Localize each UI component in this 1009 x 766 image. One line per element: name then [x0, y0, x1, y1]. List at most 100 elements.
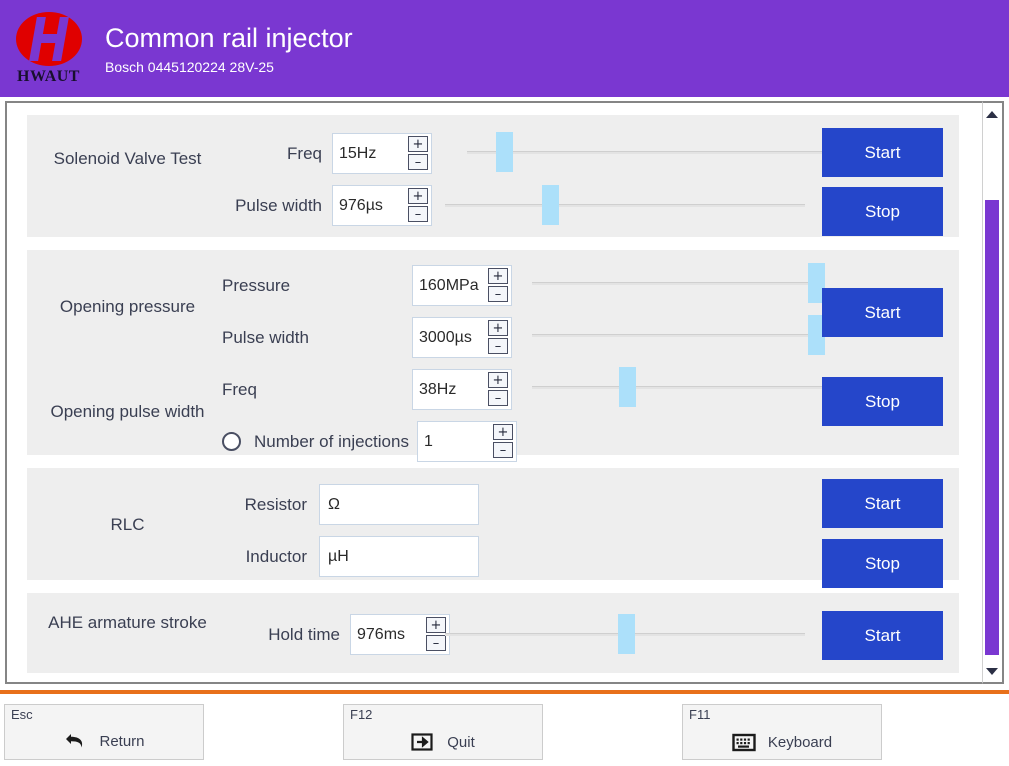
- pressure-value: 160MPa: [419, 276, 479, 294]
- number-of-injections-stepper[interactable]: 1 + –: [416, 421, 517, 462]
- section-opening-pressure: Opening pressure Opening pulse width Pre…: [27, 250, 959, 462]
- footer-key-quit[interactable]: F12 Quit: [343, 704, 543, 760]
- row-label: Number of injections: [254, 431, 409, 451]
- solenoid-stop-button[interactable]: Stop: [822, 187, 943, 236]
- slider-track: [532, 334, 822, 337]
- footer-key-label: Quit: [447, 733, 475, 751]
- row-pulse-width: Pulse width 976µs + –: [222, 185, 432, 226]
- shortcut-tag: F11: [689, 707, 711, 722]
- pulse-width-slider[interactable]: [445, 185, 805, 225]
- footer-key-return[interactable]: Esc Return: [4, 704, 204, 760]
- row-label: Pressure: [222, 275, 291, 295]
- hold-time-minus-button[interactable]: –: [426, 635, 446, 651]
- scroll-content: Solenoid Valve Test Freq 15Hz + – Start: [7, 103, 969, 682]
- freq-stepper[interactable]: 15Hz + –: [332, 133, 432, 174]
- pressure-plus-button[interactable]: +: [488, 268, 508, 284]
- pulse-width-minus-button[interactable]: –: [488, 338, 508, 354]
- opening-start-button[interactable]: Start: [822, 288, 943, 337]
- slider-track: [467, 151, 827, 154]
- footer-toolbar: Esc Return F12 Quit F11 Keyboard: [0, 690, 1009, 766]
- inductor-input[interactable]: µH: [319, 536, 479, 577]
- section-label: AHE armature stroke: [48, 613, 207, 632]
- scroll-up-button[interactable]: [983, 105, 1001, 123]
- opening-freq-slider[interactable]: [532, 367, 822, 407]
- freq-value: 15Hz: [339, 144, 377, 162]
- solenoid-start-button[interactable]: Start: [822, 128, 943, 177]
- footer-key-label: Return: [99, 732, 145, 750]
- slider-track: [532, 282, 822, 285]
- pulse-width-value: 3000µs: [419, 328, 472, 346]
- inductor-value: µH: [328, 547, 349, 565]
- row-label: Freq: [222, 379, 257, 399]
- hold-time-plus-button[interactable]: +: [426, 617, 446, 633]
- pressure-stepper[interactable]: 160MPa + –: [412, 265, 512, 306]
- main-panel: Solenoid Valve Test Freq 15Hz + – Start: [5, 101, 1004, 684]
- freq-minus-button[interactable]: –: [488, 390, 508, 406]
- footer-key-label: Keyboard: [767, 734, 833, 751]
- slider-thumb[interactable]: [617, 614, 635, 654]
- freq-plus-button[interactable]: +: [408, 136, 428, 152]
- hold-time-slider[interactable]: [445, 614, 805, 654]
- pulse-width-plus-button[interactable]: +: [408, 188, 428, 204]
- pressure-slider[interactable]: [532, 263, 825, 303]
- return-arrow-icon: [63, 730, 87, 752]
- resistor-input[interactable]: Ω: [319, 484, 479, 525]
- triangle-up-icon: [986, 110, 998, 118]
- page-title: Common rail injector: [105, 22, 353, 53]
- section-label-secondary: Opening pulse width: [50, 402, 205, 421]
- freq-slider[interactable]: [467, 132, 827, 172]
- rlc-stop-button[interactable]: Stop: [822, 539, 943, 588]
- hold-time-value: 976ms: [357, 625, 406, 643]
- vertical-scrollbar[interactable]: [982, 101, 1004, 684]
- freq-plus-button[interactable]: +: [488, 372, 508, 388]
- footer-key-keyboard[interactable]: F11 Keyboard: [682, 704, 882, 760]
- section-label: Opening pressure: [59, 297, 196, 316]
- shortcut-tag: Esc: [11, 707, 33, 722]
- section-ahe-armature-stroke: AHE armature stroke Hold time 976ms + – …: [27, 593, 959, 673]
- ahe-start-button[interactable]: Start: [822, 611, 943, 660]
- slider-thumb[interactable]: [619, 367, 636, 407]
- page-subtitle: Bosch 0445120224 28V-25: [105, 58, 274, 75]
- injections-minus-button[interactable]: –: [492, 442, 513, 458]
- app-header: HWAUT Common rail injector Bosch 0445120…: [0, 0, 1009, 97]
- row-pulse-width: Pulse width 3000µs + –: [222, 317, 512, 358]
- pressure-minus-button[interactable]: –: [488, 286, 508, 302]
- slider-thumb[interactable]: [495, 132, 513, 172]
- logo: HWAUT: [0, 0, 97, 97]
- freq-value: 38Hz: [419, 380, 457, 398]
- freq-stepper[interactable]: 38Hz + –: [412, 369, 512, 410]
- pulse-width-minus-button[interactable]: –: [408, 206, 428, 222]
- section-label: Solenoid Valve Test: [53, 149, 202, 168]
- keyboard-icon: [732, 733, 756, 752]
- row-inductor: Inductor µH: [222, 536, 479, 577]
- hold-time-stepper[interactable]: 976ms + –: [350, 614, 450, 655]
- injections-plus-button[interactable]: +: [492, 424, 513, 440]
- slider-track: [445, 204, 805, 207]
- row-label: Pulse width: [235, 195, 322, 215]
- pulse-width-value: 976µs: [339, 196, 383, 214]
- pulse-width-stepper[interactable]: 976µs + –: [332, 185, 432, 226]
- logo-text: HWAUT: [17, 67, 80, 85]
- number-of-injections-radio[interactable]: [222, 432, 241, 451]
- row-freq: Freq 38Hz + –: [222, 369, 512, 410]
- row-label: Pulse width: [222, 327, 309, 347]
- freq-minus-button[interactable]: –: [408, 154, 428, 170]
- shortcut-tag: F12: [350, 707, 373, 722]
- slider-track: [532, 386, 822, 389]
- row-resistor: Resistor Ω: [222, 484, 479, 525]
- hwaut-logo-icon: [15, 11, 82, 66]
- slider-thumb[interactable]: [542, 185, 560, 225]
- row-pressure: Pressure 160MPa + –: [222, 265, 512, 306]
- scrollbar-thumb[interactable]: [985, 200, 999, 655]
- opening-stop-button[interactable]: Stop: [822, 377, 943, 426]
- row-number-of-injections: Number of injections 1 + –: [222, 421, 517, 462]
- row-label: Hold time: [268, 624, 340, 644]
- pulse-width-stepper[interactable]: 3000µs + –: [412, 317, 512, 358]
- section-label: RLC: [110, 515, 145, 534]
- scroll-down-button[interactable]: [983, 662, 1001, 680]
- pulse-width-plus-button[interactable]: +: [488, 320, 508, 336]
- section-rlc: RLC Resistor Ω Inductor µH Start Stop: [27, 468, 959, 588]
- rlc-start-button[interactable]: Start: [822, 479, 943, 528]
- exit-arrow-icon: [411, 732, 435, 752]
- opening-pulse-width-slider[interactable]: [532, 315, 825, 355]
